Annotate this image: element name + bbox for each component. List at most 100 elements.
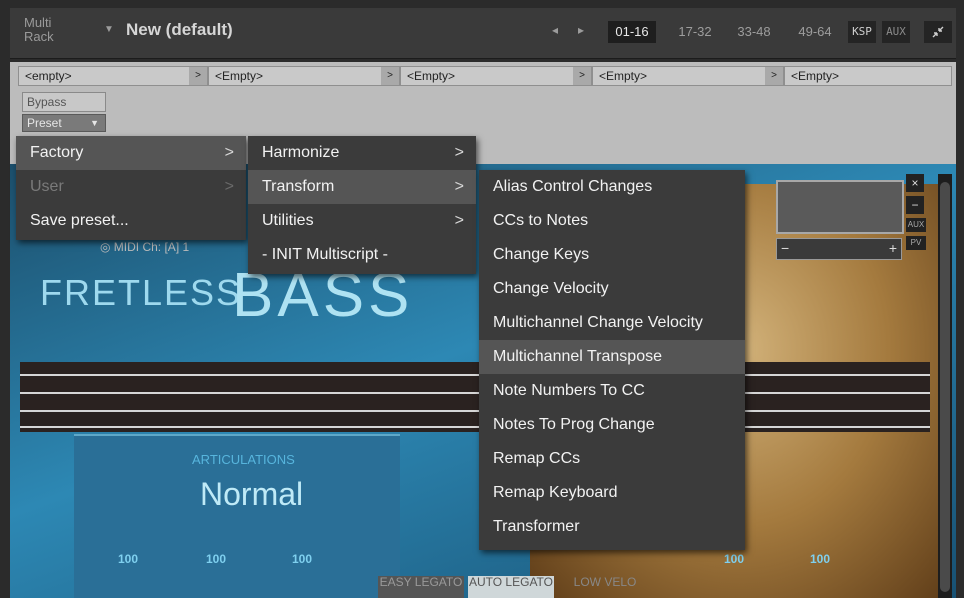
menu-item-init-multiscript[interactable]: - INIT Multiscript - bbox=[248, 238, 476, 272]
script-slot-5[interactable]: <Empty> bbox=[784, 66, 952, 86]
bass-neck-image bbox=[20, 362, 930, 432]
submenu-chevron-icon: > bbox=[454, 178, 464, 195]
script-slot-label: <Empty> bbox=[599, 69, 648, 83]
menu-item-label: CCs to Notes bbox=[493, 212, 589, 229]
script-slot-label: <Empty> bbox=[791, 69, 840, 83]
instrument-title-fretless: FRETLESS bbox=[40, 272, 243, 313]
instrument-pv-button[interactable]: PV bbox=[906, 236, 926, 250]
channel-range-tab-4[interactable]: 49-64 bbox=[788, 21, 842, 43]
rack-scrollbar[interactable] bbox=[938, 174, 952, 598]
multi-rack-label: Multi Rack bbox=[24, 15, 54, 44]
ksp-button[interactable]: KSP bbox=[848, 21, 876, 43]
volume-minus-icon[interactable]: − bbox=[781, 240, 789, 256]
script-preset-button[interactable]: Preset ▼ bbox=[22, 114, 106, 132]
aux-button[interactable]: AUX bbox=[882, 21, 910, 43]
articulation-selector[interactable]: Normal bbox=[200, 476, 303, 513]
instrument-aux-button[interactable]: AUX bbox=[906, 218, 926, 232]
script-slot-1[interactable]: <empty> > bbox=[18, 66, 208, 86]
menu-item-label: Remap CCs bbox=[493, 450, 581, 467]
menu-item-note-numbers-to-cc[interactable]: Note Numbers To CC bbox=[479, 374, 745, 408]
menu-item-alias-control-changes[interactable]: Alias Control Changes bbox=[479, 170, 745, 204]
script-preset-label: Preset bbox=[27, 116, 62, 130]
script-slot-4[interactable]: <Empty> > bbox=[592, 66, 784, 86]
menu-item-change-velocity[interactable]: Change Velocity bbox=[479, 272, 745, 306]
articulations-panel: ARTICULATIONS Normal bbox=[74, 434, 400, 598]
dropdown-arrow-icon: ▼ bbox=[90, 118, 99, 128]
low-velo-button[interactable]: LOW VELO bbox=[560, 576, 650, 598]
channel-range-tab-1[interactable]: 01-16 bbox=[608, 21, 656, 43]
chevron-right-icon[interactable]: > bbox=[573, 67, 591, 85]
bass-string bbox=[20, 426, 930, 428]
menu-item-user[interactable]: User > bbox=[16, 170, 246, 204]
knob-value: 100 bbox=[810, 552, 831, 566]
menu-item-remap-ccs[interactable]: Remap CCs bbox=[479, 442, 745, 476]
channel-range-tab-2[interactable]: 17-32 bbox=[670, 21, 720, 43]
volume-slider[interactable]: − + bbox=[776, 238, 902, 260]
menu-item-transformer[interactable]: Transformer bbox=[479, 510, 745, 544]
bass-string bbox=[20, 374, 930, 376]
submenu-chevron-icon: > bbox=[224, 144, 234, 161]
menu-item-multichannel-change-velocity[interactable]: Multichannel Change Velocity bbox=[479, 306, 745, 340]
knob-value: 100 bbox=[292, 552, 313, 566]
collapse-arrows-icon[interactable] bbox=[924, 21, 952, 43]
submenu-chevron-icon: > bbox=[454, 144, 464, 161]
chevron-right-icon[interactable]: > bbox=[189, 67, 207, 85]
dropdown-arrow-icon[interactable]: ▼ bbox=[104, 24, 114, 35]
menu-item-label: Transform bbox=[262, 178, 335, 195]
script-slot-3[interactable]: <Empty> > bbox=[400, 66, 592, 86]
next-preset-icon[interactable]: ▸ bbox=[578, 23, 584, 37]
menu-item-ccs-to-notes[interactable]: CCs to Notes bbox=[479, 204, 745, 238]
instrument-display bbox=[776, 180, 904, 234]
submenu-chevron-icon: > bbox=[224, 178, 234, 195]
chevron-right-icon[interactable]: > bbox=[381, 67, 399, 85]
menu-item-label: - INIT Multiscript - bbox=[262, 246, 388, 263]
chevron-right-icon[interactable]: > bbox=[765, 67, 783, 85]
menu-item-remap-keyboard[interactable]: Remap Keyboard bbox=[479, 476, 745, 510]
menu-item-label: Harmonize bbox=[262, 144, 340, 161]
midi-channel-label[interactable]: ◎ MIDI Ch: [A] 1 bbox=[100, 240, 189, 254]
script-slot-label: <Empty> bbox=[407, 69, 456, 83]
menu-item-label: Transformer bbox=[493, 518, 580, 535]
menu-item-transform[interactable]: Transform > bbox=[248, 170, 476, 204]
submenu-chevron-icon: > bbox=[454, 212, 464, 229]
script-slot-2[interactable]: <Empty> > bbox=[208, 66, 400, 86]
menu-item-label: User bbox=[30, 178, 64, 195]
rack-preset-selector[interactable]: ▼ New (default) ◂ ▸ bbox=[92, 18, 602, 44]
menu-item-label: Alias Control Changes bbox=[493, 178, 653, 195]
menu-item-label: Remap Keyboard bbox=[493, 484, 618, 501]
knob-value: 100 bbox=[206, 552, 227, 566]
menu-item-label: Change Velocity bbox=[493, 280, 609, 297]
knob-value: 100 bbox=[724, 552, 745, 566]
transform-submenu: Alias Control Changes CCs to Notes Chang… bbox=[479, 170, 745, 550]
close-icon[interactable]: × bbox=[906, 174, 924, 192]
bypass-button[interactable]: Bypass bbox=[22, 92, 106, 112]
menu-item-label: Change Keys bbox=[493, 246, 590, 263]
menu-item-label: Notes To Prog Change bbox=[493, 416, 655, 433]
auto-legato-button[interactable]: AUTO LEGATO bbox=[468, 576, 554, 598]
bass-string bbox=[20, 410, 930, 412]
menu-item-factory[interactable]: Factory > bbox=[16, 136, 246, 170]
preset-menu: Factory > User > Save preset... bbox=[16, 136, 246, 240]
factory-submenu: Harmonize > Transform > Utilities > - INIT … bbox=[248, 136, 476, 274]
menu-item-change-keys[interactable]: Change Keys bbox=[479, 238, 745, 272]
previous-preset-icon[interactable]: ◂ bbox=[552, 23, 558, 37]
menu-item-label: Utilities bbox=[262, 212, 314, 229]
volume-plus-icon[interactable]: + bbox=[889, 240, 897, 256]
minimize-icon[interactable]: − bbox=[906, 196, 924, 214]
menu-item-notes-to-prog-change[interactable]: Notes To Prog Change bbox=[479, 408, 745, 442]
menu-item-label: Factory bbox=[30, 144, 84, 161]
easy-legato-button[interactable]: EASY LEGATO bbox=[378, 576, 464, 598]
rack-preset-name[interactable]: New (default) bbox=[126, 20, 233, 40]
script-slot-label: <empty> bbox=[25, 69, 72, 83]
bass-string bbox=[20, 392, 930, 394]
articulations-title: ARTICULATIONS bbox=[192, 452, 295, 467]
menu-item-harmonize[interactable]: Harmonize > bbox=[248, 136, 476, 170]
menu-item-label: Multichannel Transpose bbox=[493, 348, 662, 365]
menu-item-save-preset[interactable]: Save preset... bbox=[16, 204, 246, 238]
script-slot-label: <Empty> bbox=[215, 69, 264, 83]
menu-item-label: Save preset... bbox=[30, 212, 129, 229]
menu-item-multichannel-transpose[interactable]: Multichannel Transpose bbox=[479, 340, 745, 374]
menu-item-utilities[interactable]: Utilities > bbox=[248, 204, 476, 238]
channel-range-tab-3[interactable]: 33-48 bbox=[728, 21, 780, 43]
scrollbar-thumb[interactable] bbox=[940, 182, 950, 592]
